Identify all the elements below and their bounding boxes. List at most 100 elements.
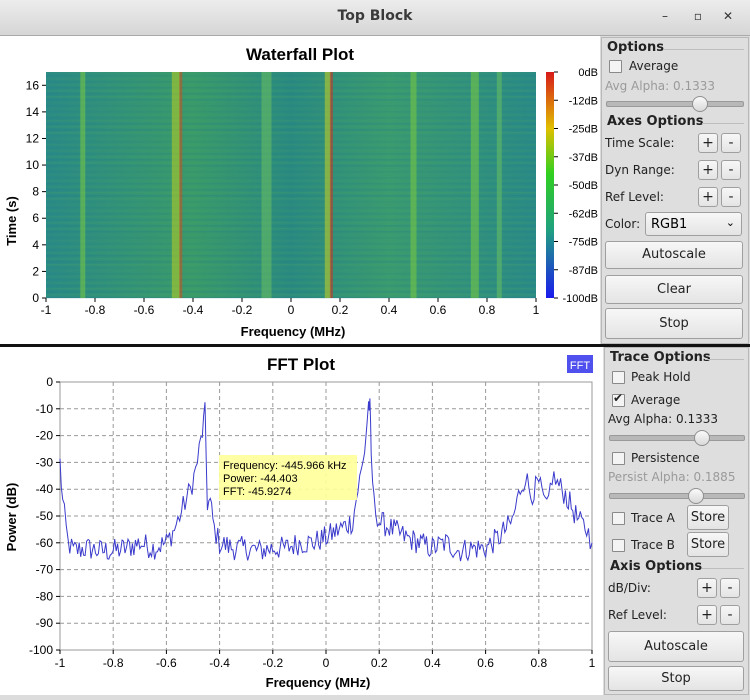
fft-stop-button[interactable]: Stop — [608, 666, 744, 691]
fft-ytick-label: 0 — [46, 375, 53, 389]
waterfall-ytick-label: 0 — [32, 291, 39, 305]
wf-avg-alpha-label: Avg Alpha: 0.1333 — [605, 79, 716, 93]
waterfall-row — [46, 210, 536, 212]
waterfall-row — [46, 249, 536, 251]
fft-ref-level-minus-button[interactable]: - — [720, 605, 740, 625]
waterfall-row — [46, 144, 536, 146]
dyn-range-minus-button[interactable]: - — [721, 160, 741, 180]
waterfall-ytick-label: 14 — [26, 105, 40, 119]
trace-a-checkbox[interactable] — [612, 512, 625, 525]
waterfall-pane: Waterfall Plot -1 -0.8 -0.6 -0.4 -0.2 0 0.2 0.4… — [0, 36, 600, 344]
waterfall-row — [46, 117, 536, 119]
maximize-icon[interactable]: ▫ — [690, 8, 706, 24]
fft-ref-level-plus-button[interactable]: + — [697, 605, 717, 625]
waterfall-ytick-label: 16 — [26, 78, 40, 92]
fft-ytick-label: -30 — [36, 455, 54, 469]
trace-a-store-button[interactable]: Store — [687, 505, 729, 530]
fft-ytick-label: -90 — [36, 616, 54, 630]
fft-ylabel: Power (dB) — [4, 483, 19, 552]
fft-ytick-label: -50 — [36, 509, 54, 523]
ref-level-label: Ref Level: — [605, 190, 664, 204]
waterfall-ytick-label: 4 — [32, 238, 39, 252]
waterfall-row — [46, 162, 536, 164]
wf-average-checkbox[interactable] — [609, 60, 622, 73]
waterfall-row — [46, 141, 536, 143]
waterfall-row — [46, 276, 536, 278]
axes-options-title: Axes Options — [607, 114, 704, 129]
trace-b-store-button[interactable]: Store — [687, 532, 729, 557]
colorbar-tick-label: -25dB — [569, 124, 598, 136]
waterfall-row — [46, 222, 536, 224]
waterfall-xtick-label: -0.2 — [232, 303, 253, 317]
fft-ref-level-label: Ref Level: — [608, 608, 667, 622]
waterfall-row — [46, 237, 536, 239]
slider-knob[interactable] — [694, 430, 710, 446]
tooltip-frequency: Frequency: -445.966 kHz — [223, 460, 347, 472]
waterfall-signal-column — [80, 72, 86, 298]
waterfall-ytick-label: 12 — [26, 131, 40, 145]
waterfall-xlabel: Frequency (MHz) — [241, 324, 346, 339]
waterfall-row — [46, 102, 536, 104]
close-icon[interactable]: ✕ — [720, 8, 736, 24]
time-scale-label: Time Scale: — [605, 136, 675, 150]
fft-xtick-label: 0.2 — [371, 656, 388, 670]
waterfall-row — [46, 129, 536, 131]
fft-average-checkbox[interactable] — [612, 391, 625, 407]
fft-ytick-label: -60 — [36, 536, 54, 550]
fft-xlabel: Frequency (MHz) — [266, 675, 371, 690]
waterfall-row — [46, 126, 536, 128]
persistence-checkbox[interactable] — [612, 452, 625, 465]
fft-legend-label: FFT — [570, 360, 590, 372]
fft-avg-alpha-slider[interactable] — [609, 430, 745, 446]
group-divider — [702, 123, 744, 124]
fft-xtick-label: -1 — [55, 656, 66, 670]
fft-ytick-label: -100 — [29, 643, 53, 657]
waterfall-row — [46, 99, 536, 101]
waterfall-row — [46, 189, 536, 191]
wf-clear-button[interactable]: Clear — [605, 275, 743, 304]
wf-stop-button[interactable]: Stop — [605, 308, 743, 339]
colorbar-tick-label: 0dB — [578, 67, 598, 79]
waterfall-signal-column — [179, 72, 183, 298]
dyn-range-plus-button[interactable]: + — [698, 160, 718, 180]
wf-autoscale-button[interactable]: Autoscale — [605, 241, 743, 269]
waterfall-row — [46, 258, 536, 260]
wf-avg-alpha-slider[interactable] — [606, 96, 744, 112]
waterfall-xtick-label: 0 — [288, 303, 295, 317]
ref-level-minus-button[interactable]: - — [721, 187, 741, 207]
waterfall-row — [46, 111, 536, 113]
waterfall-row — [46, 138, 536, 140]
ref-level-plus-button[interactable]: + — [698, 187, 718, 207]
peak-hold-checkbox[interactable] — [612, 371, 625, 384]
db-div-minus-button[interactable]: - — [720, 578, 740, 598]
time-scale-minus-button[interactable]: - — [721, 133, 741, 153]
trace-b-checkbox[interactable] — [612, 539, 625, 552]
group-divider — [702, 568, 744, 569]
color-select[interactable]: RGB1 ⌄ — [645, 212, 742, 236]
waterfall-row — [46, 108, 536, 110]
persist-alpha-slider[interactable] — [609, 488, 745, 504]
fft-ytick-label: -80 — [36, 589, 54, 603]
waterfall-xtick-label: 1 — [533, 303, 540, 317]
colorbar-tick-label: -12dB — [569, 95, 598, 107]
waterfall-row — [46, 273, 536, 275]
options-group-title: Options — [607, 40, 664, 55]
minimize-icon[interactable]: – — [657, 8, 673, 24]
waterfall-row — [46, 231, 536, 233]
waterfall-row — [46, 240, 536, 242]
waterfall-row — [46, 291, 536, 293]
slider-knob[interactable] — [688, 488, 704, 504]
fft-autoscale-button[interactable]: Autoscale — [608, 631, 744, 662]
db-div-plus-button[interactable]: + — [697, 578, 717, 598]
waterfall-row — [46, 72, 536, 74]
fft-ytick-label: -20 — [36, 429, 54, 443]
waterfall-xtick-label: -0.6 — [134, 303, 155, 317]
tooltip-fft: FFT: -45.9274 — [223, 486, 291, 498]
waterfall-row — [46, 228, 536, 230]
time-scale-plus-button[interactable]: + — [698, 133, 718, 153]
colorbar-tick-label: -62dB — [569, 208, 598, 220]
waterfall-row — [46, 174, 536, 176]
slider-knob[interactable] — [692, 96, 708, 112]
waterfall-row — [46, 177, 536, 179]
waterfall-row — [46, 120, 536, 122]
